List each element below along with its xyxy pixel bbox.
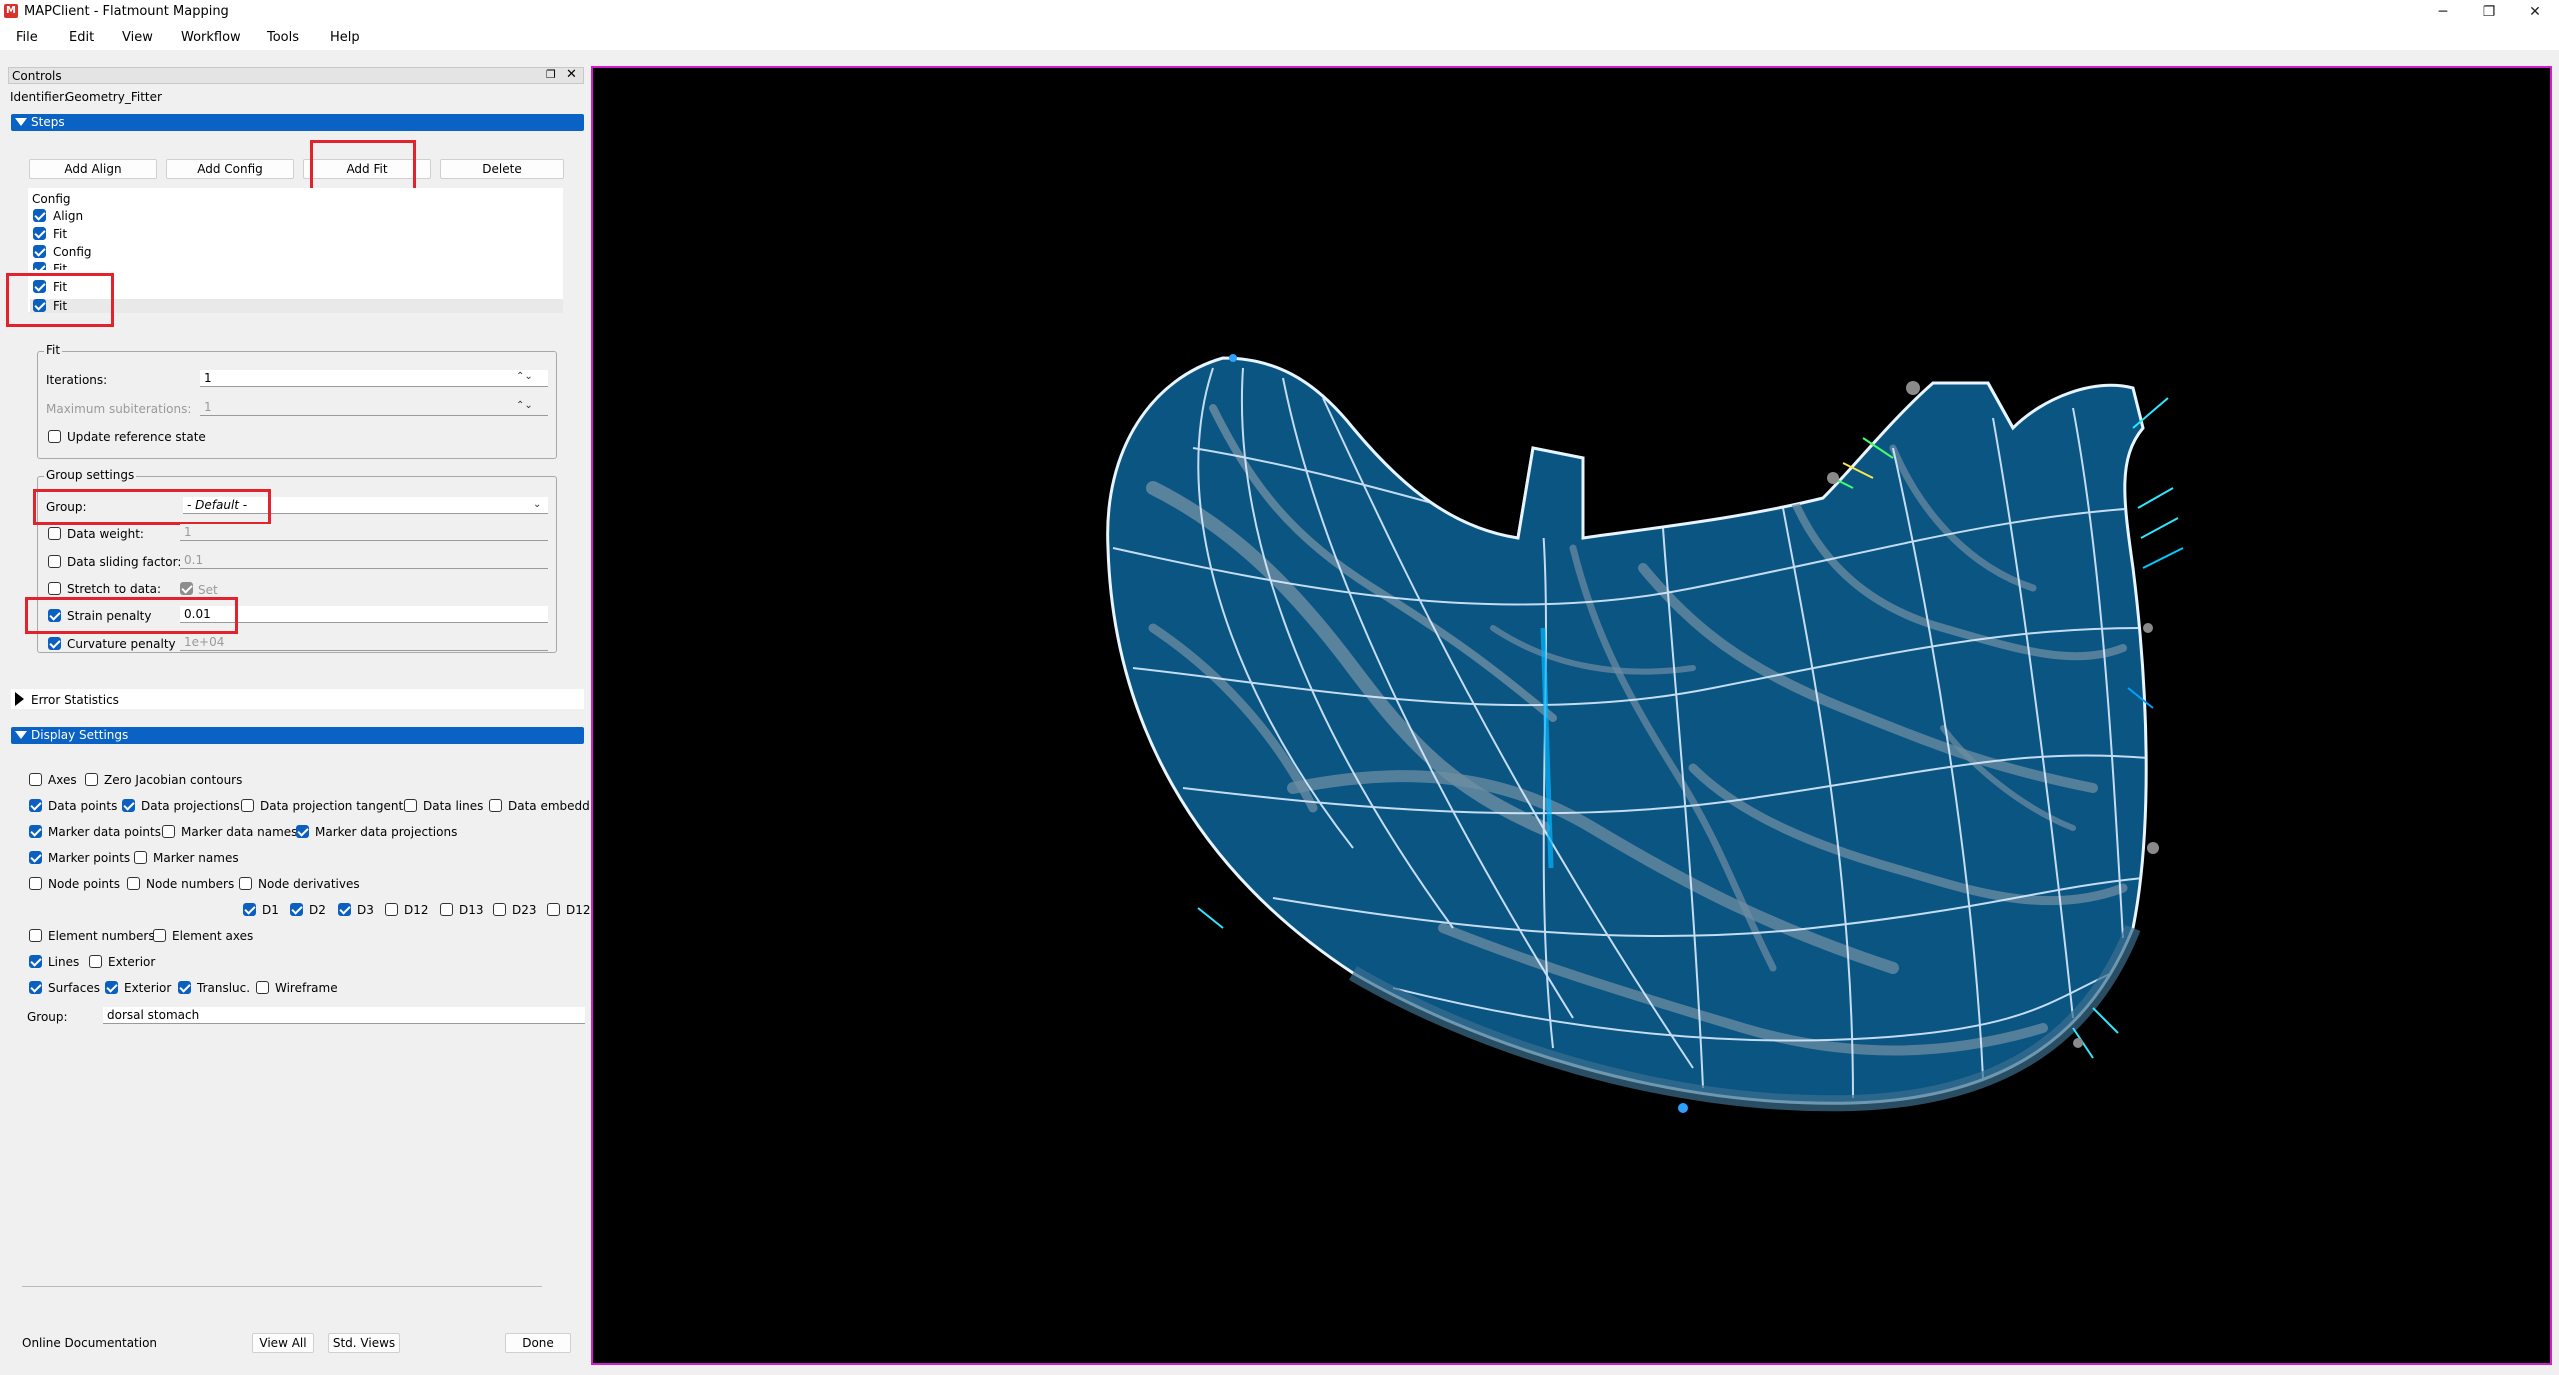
d123-label: D12 (566, 903, 590, 917)
node-points-label: Node points (48, 877, 120, 891)
lines-checkbox[interactable] (29, 955, 42, 968)
d2-label: D2 (309, 903, 326, 917)
data-projections-label: Data projections (141, 799, 240, 813)
lines-exterior-checkbox[interactable] (89, 955, 102, 968)
element-axes-label: Element axes (172, 929, 254, 943)
done-button[interactable]: Done (505, 1333, 571, 1353)
lines-label: Lines (48, 955, 80, 969)
data-projection-tangents-label: Data projection tangents (260, 799, 410, 813)
data-points-label: Data points (48, 799, 118, 813)
data-points-checkbox[interactable] (29, 799, 42, 812)
axes-checkbox[interactable] (29, 773, 42, 786)
node-points-checkbox[interactable] (29, 877, 42, 890)
marker-data-names-label: Marker data names (181, 825, 298, 839)
wireframe-label: Wireframe (275, 981, 338, 995)
marker-data-names-checkbox[interactable] (162, 825, 175, 838)
data-projections-checkbox[interactable] (122, 799, 135, 812)
d3-label: D3 (357, 903, 374, 917)
data-lines-label: Data lines (423, 799, 484, 813)
node-derivatives-checkbox[interactable] (239, 877, 252, 890)
data-embedded-label: Data embedde (508, 799, 590, 813)
display-group-label: Group: (27, 1010, 68, 1024)
marker-data-points-label: Marker data points (48, 825, 161, 839)
surfaces-exterior-checkbox[interactable] (105, 981, 118, 994)
wireframe-checkbox[interactable] (256, 981, 269, 994)
node-numbers-checkbox[interactable] (127, 877, 140, 890)
marker-names-checkbox[interactable] (134, 851, 147, 864)
marker-points-label: Marker points (48, 851, 131, 865)
display-group-field[interactable]: dorsal stomach (103, 1007, 585, 1024)
d13-checkbox[interactable] (440, 903, 453, 916)
surfaces-label: Surfaces (48, 981, 100, 995)
surfaces-checkbox[interactable] (29, 981, 42, 994)
node-derivatives-label: Node derivatives (258, 877, 360, 891)
scene-viewport[interactable] (591, 66, 2552, 1365)
d123-checkbox[interactable] (547, 903, 560, 916)
d12-checkbox[interactable] (385, 903, 398, 916)
close-window-button[interactable]: ✕ (2512, 0, 2558, 24)
data-lines-checkbox[interactable] (404, 799, 417, 812)
data-embedded-checkbox[interactable] (489, 799, 502, 812)
view-all-button[interactable]: View All (252, 1333, 314, 1353)
stomach-mesh-render (1106, 354, 2184, 1113)
element-axes-checkbox[interactable] (153, 929, 166, 942)
marker-data-points-checkbox[interactable] (29, 825, 42, 838)
d13-label: D13 (459, 903, 484, 917)
display-settings-panel: Axes Zero Jacobian contours Data points … (0, 0, 590, 1375)
zero-jacobian-checkbox[interactable] (85, 773, 98, 786)
display-group-value: dorsal stomach (107, 1008, 200, 1022)
marker-points-checkbox[interactable] (29, 851, 42, 864)
lines-exterior-label: Exterior (108, 955, 156, 969)
d3-checkbox[interactable] (338, 903, 351, 916)
surfaces-exterior-label: Exterior (124, 981, 172, 995)
footer-divider (22, 1286, 542, 1287)
zero-jacobian-label: Zero Jacobian contours (104, 773, 243, 787)
translucent-checkbox[interactable] (178, 981, 191, 994)
d23-checkbox[interactable] (493, 903, 506, 916)
translucent-label: Transluc. (197, 981, 251, 995)
node-numbers-label: Node numbers (146, 877, 235, 891)
online-documentation-link[interactable]: Online Documentation (22, 1336, 157, 1350)
d1-checkbox[interactable] (243, 903, 256, 916)
stomach-surface (1106, 356, 2148, 1112)
data-projection-tangents-checkbox[interactable] (241, 799, 254, 812)
d1-label: D1 (262, 903, 279, 917)
restore-button[interactable]: ❐ (2466, 0, 2512, 24)
marker-names-label: Marker names (153, 851, 239, 865)
d2-checkbox[interactable] (290, 903, 303, 916)
element-numbers-label: Element numbers (48, 929, 155, 943)
d12-label: D12 (404, 903, 429, 917)
d23-label: D23 (512, 903, 537, 917)
element-numbers-checkbox[interactable] (29, 929, 42, 942)
minimize-button[interactable]: ─ (2420, 0, 2466, 24)
marker-data-projections-label: Marker data projections (315, 825, 458, 839)
std-views-button[interactable]: Std. Views (328, 1333, 400, 1353)
axes-label: Axes (48, 773, 77, 787)
marker-data-projections-checkbox[interactable] (296, 825, 309, 838)
